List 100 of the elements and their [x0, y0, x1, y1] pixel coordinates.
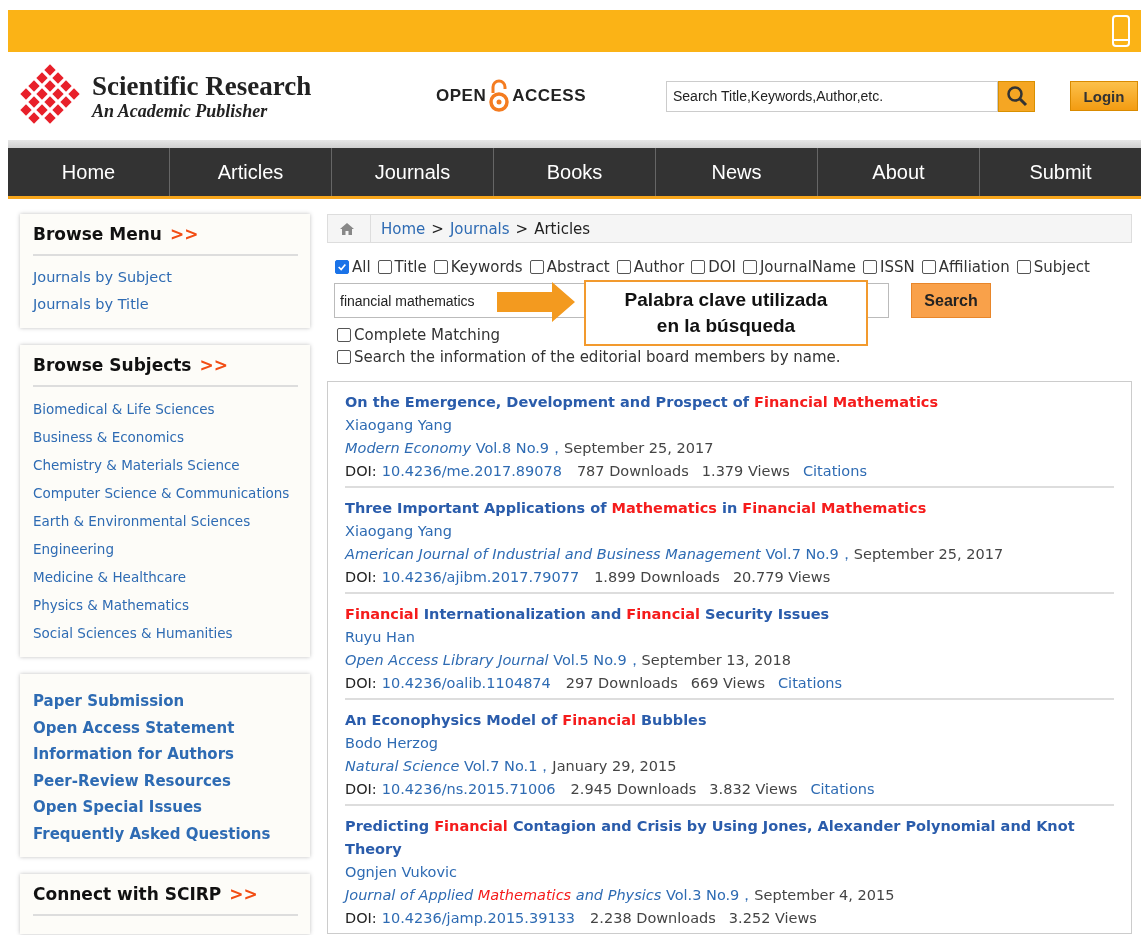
view-count: 1.379 Views	[701, 462, 790, 481]
sidebar-link[interactable]: Open Special Issues	[33, 794, 298, 821]
sidebar-link[interactable]: Business & Economics	[33, 423, 298, 451]
checkbox-label[interactable]: ISSN	[880, 258, 915, 276]
issue-link[interactable]: Vol.8 No.9，	[471, 437, 565, 460]
more-link[interactable]: >>	[169, 224, 199, 244]
checkbox-label[interactable]: Subject	[1033, 258, 1090, 276]
nav-item[interactable]: Home	[8, 148, 170, 196]
checkbox-label[interactable]: JournalName	[759, 258, 857, 276]
checkbox-label[interactable]: Abstract	[546, 258, 610, 276]
sidebar-link[interactable]: Social Sciences & Humanities	[33, 619, 298, 647]
article-title-link[interactable]: Financial Internationalization and Financial Security Issues	[345, 603, 1114, 626]
download-count: 2.945 Downloads	[570, 780, 697, 799]
doi-link[interactable]: 10.4236/jamp.2015.39133	[381, 907, 576, 930]
journal-link[interactable]: Open Access Library Journal	[345, 649, 549, 672]
checkbox[interactable]	[742, 260, 757, 274]
nav-item[interactable]: About	[818, 148, 980, 196]
search-field[interactable]: Search Title,Keywords,Author,etc.	[666, 80, 998, 112]
sidebar-link[interactable]: Engineering	[33, 535, 298, 563]
nav-item[interactable]: News	[656, 148, 818, 196]
sidebar-link[interactable]: Computer Science & Communications	[33, 479, 298, 507]
nav-item[interactable]: Articles	[170, 148, 332, 196]
checkbox[interactable]	[337, 328, 351, 342]
article-title-link[interactable]: Predicting Financial Contagion and Crisis by Using Jones, Alexander Polynomial and Knot Theory	[345, 815, 1114, 861]
checkmark-icon	[337, 262, 347, 272]
checkbox[interactable]	[337, 350, 351, 364]
view-count: 3.252 Views	[728, 909, 817, 928]
journal-link[interactable]: Modern Economy	[345, 437, 472, 460]
sidebar-link[interactable]: Information for Authors	[33, 741, 298, 768]
sidebar-link[interactable]: Physics & Mathematics	[33, 591, 298, 619]
card-title: Connect with SCIRP	[33, 884, 222, 904]
home-icon[interactable]	[340, 221, 354, 236]
issue-link[interactable]: Vol.3 No.9，	[661, 884, 755, 907]
checkbox-label[interactable]: Title	[394, 258, 427, 276]
author-link[interactable]: Ognjen Vukovic	[345, 861, 457, 884]
view-count: 20.779 Views	[732, 568, 831, 587]
checkbox[interactable]	[691, 260, 706, 274]
issue-link[interactable]: Vol.5 No.9，	[548, 649, 642, 672]
checkbox[interactable]	[921, 260, 936, 274]
journal-link[interactable]: Natural Science	[345, 755, 460, 778]
publication-date: September 13, 2018	[641, 651, 791, 670]
sidebar-link[interactable]: Peer-Review Resources	[33, 767, 298, 794]
checkbox-label[interactable]: Affiliation	[938, 258, 1010, 276]
author-link[interactable]: Bodo Herzog	[345, 732, 438, 755]
sidebar-link[interactable]: Medicine & Healthcare	[33, 563, 298, 591]
article-title-link[interactable]: Three Important Applications of Mathematics in Financial Mathematics	[345, 497, 1114, 520]
citations-link[interactable]: Citations	[778, 672, 843, 695]
sidebar-link[interactable]: Chemistry & Materials Science	[33, 451, 298, 479]
open-lock-icon	[488, 79, 511, 113]
sidebar-link[interactable]: Frequently Asked Questions	[33, 820, 298, 847]
citations-link[interactable]: Citations	[802, 460, 867, 483]
breadcrumb-link[interactable]: Home	[381, 219, 426, 238]
checkbox[interactable]	[433, 260, 448, 274]
more-link[interactable]: >>	[229, 884, 258, 904]
checkbox[interactable]	[863, 260, 878, 274]
sidebar-link[interactable]: Biomedical & Life Sciences	[33, 395, 298, 423]
nav-item[interactable]: Journals	[332, 148, 494, 196]
doi-link[interactable]: 10.4236/oalib.1104874	[381, 672, 551, 695]
checkbox[interactable]	[616, 260, 631, 274]
author-link[interactable]: Xiaogang Yang	[345, 520, 452, 543]
checkbox[interactable]	[1016, 260, 1031, 274]
sidebar-link[interactable]: Earth & Environmental Sciences	[33, 507, 298, 535]
checkbox-label[interactable]: Author	[633, 258, 685, 276]
checkbox[interactable]	[335, 260, 349, 274]
doi-link[interactable]: 10.4236/ajibm.2017.79077	[381, 566, 580, 589]
download-count: 2.238 Downloads	[590, 909, 716, 928]
view-count: 669 Views	[690, 674, 765, 693]
doi-link[interactable]: 10.4236/me.2017.89078	[381, 460, 562, 483]
breadcrumb-separator: >	[515, 219, 529, 238]
author-link[interactable]: Ruyu Han	[345, 626, 415, 649]
card-title: Browse Menu	[33, 224, 162, 244]
journal-link[interactable]: American Journal of Industrial and Business Management	[345, 543, 761, 566]
checkbox-label[interactable]: Search the information of the editorial board members by name.	[354, 346, 841, 368]
login-button[interactable]: Login	[1070, 81, 1138, 111]
citations-link[interactable]: Citations	[810, 778, 875, 801]
author-link[interactable]: Xiaogang Yang	[345, 414, 452, 437]
sidebar-link[interactable]: Paper Submission	[33, 688, 298, 715]
annotation-text: Palabra clave utilizada	[623, 288, 829, 312]
checkbox-label[interactable]: All	[352, 258, 371, 276]
sidebar-link[interactable]: Open Access Statement	[33, 714, 298, 741]
breadcrumb-link[interactable]: Journals	[449, 219, 510, 238]
doi-label: DOI:	[345, 568, 377, 587]
checkbox-label[interactable]: Keywords	[450, 258, 523, 276]
doi-link[interactable]: 10.4236/ns.2015.71006	[381, 778, 556, 801]
issue-link[interactable]: Vol.7 No.9，	[760, 543, 854, 566]
publication-date: September 4, 2015	[754, 886, 895, 905]
nav-item[interactable]: Submit	[980, 148, 1141, 196]
sidebar-link[interactable]: Journals by Subject	[33, 264, 298, 291]
article-title-link[interactable]: On the Emergence, Development and Prospect of Financial Mathematics	[345, 391, 1114, 414]
checkbox-label[interactable]: Complete Matching	[354, 324, 501, 346]
search-button[interactable]	[998, 80, 1035, 112]
more-link[interactable]: >>	[199, 355, 228, 375]
search-button[interactable]: Search	[911, 283, 991, 318]
sidebar-link[interactable]: Journals by Title	[33, 291, 298, 318]
checkbox-label[interactable]: DOI	[708, 258, 736, 276]
doi-label: DOI:	[345, 462, 377, 481]
nav-item[interactable]: Books	[494, 148, 656, 196]
checkbox[interactable]	[377, 260, 392, 274]
checkbox[interactable]	[529, 260, 544, 274]
article-title-link[interactable]: An Econophysics Model of Financial Bubbles	[345, 709, 1114, 732]
